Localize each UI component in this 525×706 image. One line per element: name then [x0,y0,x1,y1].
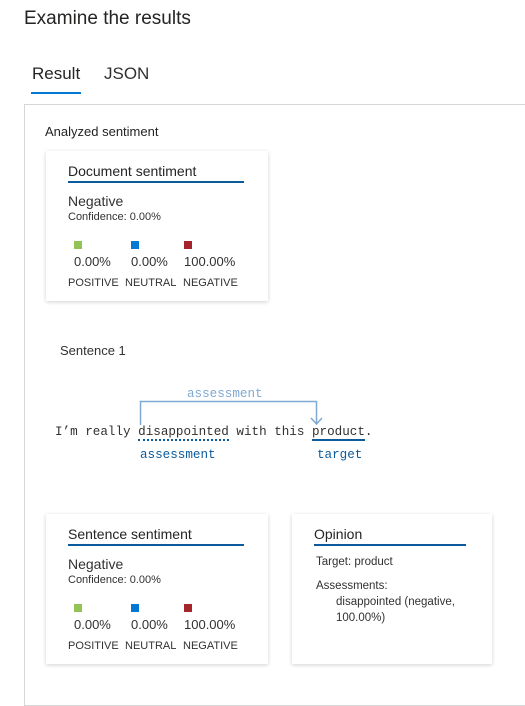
target-value: product [354,556,393,568]
target-label: Target: [316,556,352,568]
positive-score: 0.00% [74,617,111,632]
negative-score: 100.00% [184,617,236,632]
neutral-label: NEUTRAL [125,277,177,289]
neutral-label: NEUTRAL [125,640,177,652]
tab-json[interactable]: JSON [104,64,149,84]
positive-swatch-icon [74,604,82,612]
relation-label: assessment [187,387,263,401]
neutral-score: 0.00% [131,617,168,632]
sentiment-label: Negative [68,556,124,572]
assessment-tag: assessment [140,448,216,462]
active-tab-indicator [31,92,81,94]
positive-label: POSITIVE [68,640,119,652]
sentence-mid: with this [228,425,312,439]
opinion-card: Opinion Target: product Assessments: dis… [292,514,492,664]
assessments-label: Assessments: [316,580,388,592]
negative-label: NEGATIVE [183,640,238,652]
target-word[interactable]: product [311,425,365,441]
negative-score: 100.00% [184,254,236,269]
card-title: Document sentiment [68,163,244,183]
negative-swatch-icon [184,241,192,249]
neutral-swatch-icon [131,604,139,612]
sentiment-label: Negative [68,193,124,209]
opinion-target: Target: product [316,556,393,568]
page-title: Examine the results [24,8,191,29]
assessment-line1: disappointed (negative, [336,596,455,608]
assessment-word[interactable]: disappointed [138,425,229,441]
positive-score: 0.00% [74,254,111,269]
sentence-pre: I’m really [55,425,139,439]
sentence-label: Sentence 1 [60,343,126,358]
card-title: Opinion [314,526,466,546]
card-title: Sentence sentiment [68,526,244,546]
section-title: Analyzed sentiment [45,124,159,139]
confidence: Confidence: 0.00% [68,211,161,223]
positive-swatch-icon [74,241,82,249]
document-sentiment-card: Document sentiment Negative Confidence: … [46,151,268,301]
negative-swatch-icon [184,604,192,612]
tab-result[interactable]: Result [32,64,80,84]
confidence: Confidence: 0.00% [68,574,161,586]
neutral-score: 0.00% [131,254,168,269]
positive-label: POSITIVE [68,277,119,289]
negative-label: NEGATIVE [183,277,238,289]
sentence-sentiment-card: Sentence sentiment Negative Confidence: … [46,514,268,664]
assessment-line2: 100.00%) [336,612,386,624]
sentence-text: I’m really disappointed with this produc… [55,425,373,441]
target-tag: target [317,448,363,462]
neutral-swatch-icon [131,241,139,249]
sentence-post: . [364,425,373,439]
